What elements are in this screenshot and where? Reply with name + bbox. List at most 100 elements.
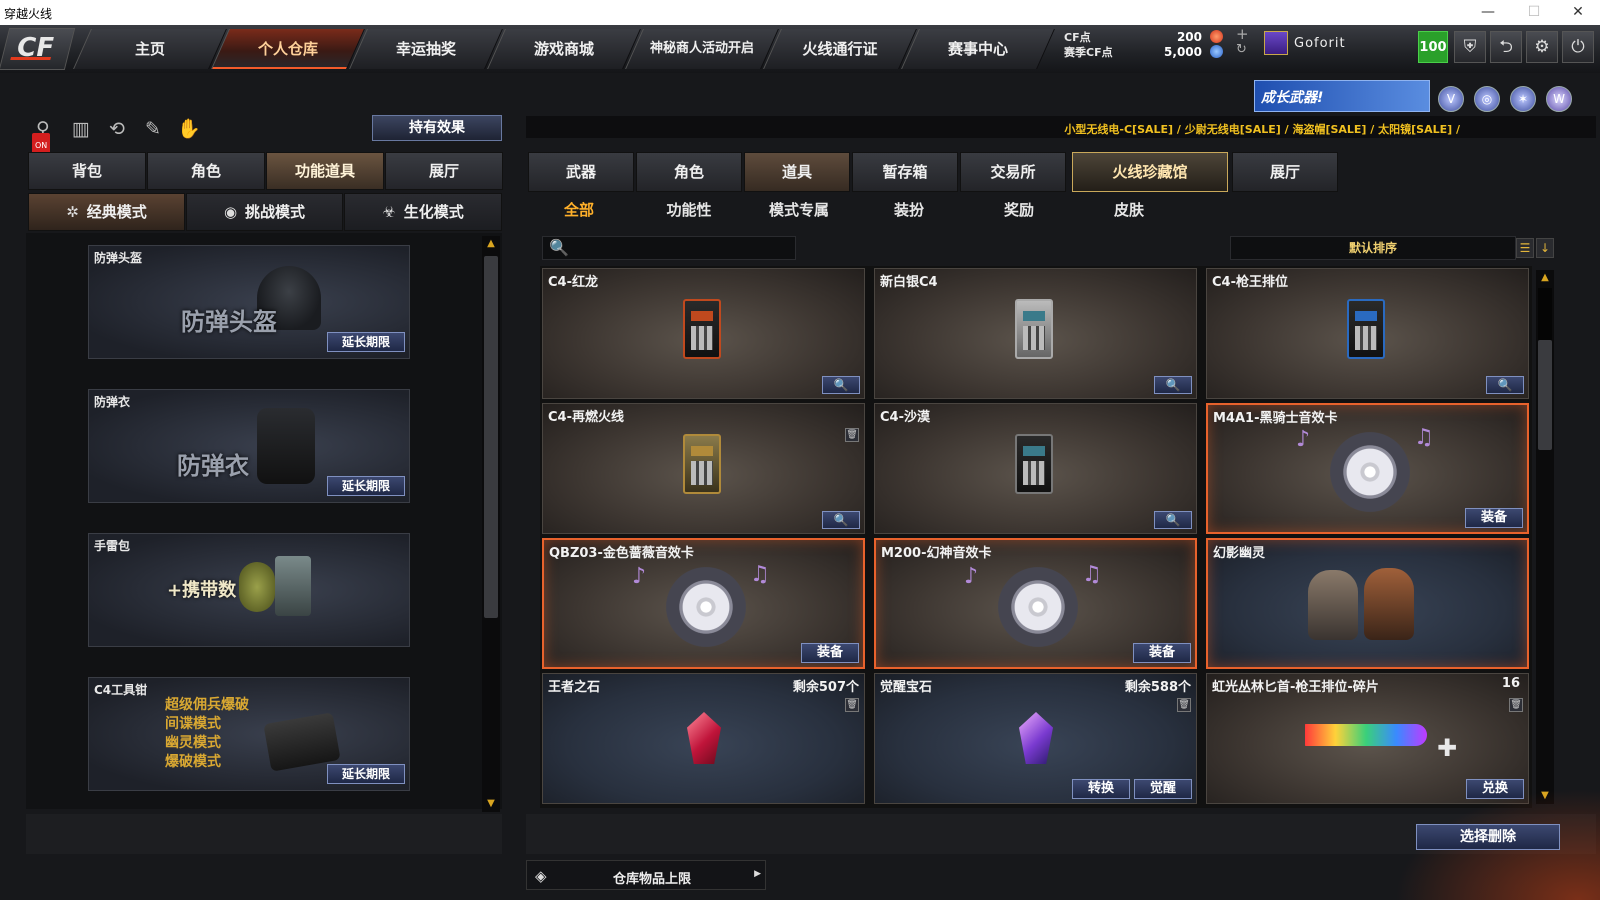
capacity-bar[interactable]: ◈ 仓库物品上限 ▶: [526, 860, 766, 890]
subtab-rewards[interactable]: 奖励: [968, 196, 1070, 224]
select-delete-button[interactable]: 选择删除: [1416, 824, 1560, 850]
minimize-icon[interactable]: —: [1468, 2, 1508, 22]
right-tab-storage[interactable]: 暂存箱: [852, 152, 958, 192]
item-card-highlighted[interactable]: 幻影幽灵: [1206, 538, 1529, 669]
right-tab-weapons[interactable]: 武器: [528, 152, 634, 192]
mode-tab-challenge[interactable]: ◉ 挑战模式: [186, 193, 343, 231]
badge-w-icon[interactable]: W: [1546, 86, 1572, 112]
left-tab-role[interactable]: 角色: [147, 152, 265, 190]
subtab-outfit[interactable]: 装扮: [858, 196, 960, 224]
nav-tab-shop[interactable]: 游戏商城: [487, 29, 641, 69]
history-icon[interactable]: ⟲: [104, 116, 130, 142]
mode-tab-zombie[interactable]: ☣ 生化模式: [344, 193, 502, 231]
right-tab-collection[interactable]: 火线珍藏馆: [1072, 152, 1228, 192]
trash-icon[interactable]: 🗑: [1509, 698, 1523, 712]
subtab-mode-exclusive[interactable]: 模式专属: [748, 196, 850, 224]
plus-icon[interactable]: +: [1236, 25, 1249, 43]
sort-icon[interactable]: ↓: [1536, 238, 1554, 258]
nav-tab-events[interactable]: 赛事中心: [901, 29, 1055, 69]
nav-tab-mystery-merchant[interactable]: 神秘商人活动开启: [625, 29, 779, 69]
scroll-thumb[interactable]: [1538, 340, 1552, 450]
scroll-down-icon[interactable]: ▼: [485, 798, 497, 810]
list-view-icon[interactable]: ☰: [1516, 238, 1534, 258]
equip-button[interactable]: 装备: [801, 643, 859, 663]
right-tab-role[interactable]: 角色: [636, 152, 742, 192]
nav-tab-home[interactable]: 主页: [73, 29, 227, 69]
subtab-functional[interactable]: 功能性: [638, 196, 740, 224]
chart-icon[interactable]: ▥: [68, 116, 94, 142]
mode-tab-classic[interactable]: ✲ 经典模式: [28, 193, 185, 231]
scroll-thumb[interactable]: [484, 256, 498, 618]
item-card-grenade-pack[interactable]: 手雷包 +携带数: [88, 533, 410, 647]
item-name: C4-沙漠: [880, 410, 930, 425]
item-card[interactable]: 新白银C4 🔍: [874, 268, 1197, 399]
window-title: 穿越火线: [4, 7, 53, 21]
shield-icon[interactable]: ⛨: [1454, 31, 1486, 63]
item-card-helmet[interactable]: 防弹头盔 防弹头盔 延长期限: [88, 245, 410, 359]
zoom-button[interactable]: 🔍: [1154, 511, 1192, 529]
item-card[interactable]: C4-沙漠 🔍: [874, 403, 1197, 534]
trash-icon[interactable]: 🗑: [845, 698, 859, 712]
right-tab-hall[interactable]: 展厅: [1232, 152, 1338, 192]
item-card-highlighted[interactable]: QBZ03-金色蔷薇音效卡 ♪ ♫ 装备: [542, 538, 865, 669]
left-scrollbar[interactable]: ▲ ▼: [482, 236, 500, 812]
subtab-all[interactable]: 全部: [528, 196, 630, 224]
zoom-button[interactable]: 🔍: [822, 376, 860, 394]
item-card-highlighted[interactable]: M200-幻神音效卡 ♪ ♫ 装备: [874, 538, 1197, 669]
item-card-vest[interactable]: 防弹衣 防弹衣 延长期限: [88, 389, 410, 503]
right-tab-exchange[interactable]: 交易所: [960, 152, 1066, 192]
right-tab-items[interactable]: 道具: [744, 152, 850, 192]
scroll-up-icon[interactable]: ▲: [1539, 272, 1551, 284]
item-card[interactable]: C4-再燃火线 🗑 🔍: [542, 403, 865, 534]
toggle-icon[interactable]: ⚲ ON: [30, 116, 56, 159]
item-card-highlighted[interactable]: M4A1-黑骑士音效卡 ♪ ♫ 装备: [1206, 403, 1529, 534]
item-card-c4-pliers[interactable]: C4工具钳 超级佣兵爆破 间谍模式 幽灵模式 爆破模式 延长期限: [88, 677, 410, 791]
item-card[interactable]: C4-枪王排位 🔍: [1206, 268, 1529, 399]
maximize-icon[interactable]: ☐: [1514, 2, 1554, 22]
item-card[interactable]: 王者之石 剩余507个 🗑: [542, 673, 865, 804]
growth-weapon-banner[interactable]: 成长武器!: [1254, 80, 1430, 112]
close-icon[interactable]: ✕: [1558, 2, 1598, 22]
tool-icon[interactable]: ✎: [140, 116, 166, 142]
nav-tab-warehouse[interactable]: 个人仓库: [211, 29, 365, 69]
equip-button[interactable]: 装备: [1133, 643, 1191, 663]
cf-logo[interactable]: CF: [0, 28, 76, 70]
zoom-button[interactable]: 🔍: [1486, 376, 1524, 394]
search-input[interactable]: 🔍: [542, 236, 796, 260]
badge-globe-icon[interactable]: ◎: [1474, 86, 1500, 112]
badge-v-icon[interactable]: V: [1438, 86, 1464, 112]
trash-icon[interactable]: 🗑: [1177, 698, 1191, 712]
power-icon[interactable]: ⏻: [1562, 31, 1594, 63]
user-box[interactable]: Goforit: [1264, 31, 1414, 57]
badge-claw-icon[interactable]: ✶: [1510, 86, 1536, 112]
sale-ticker[interactable]: 小型无线电-C[SALE] / 少尉无线电[SALE] / 海盗帽[SALE] …: [526, 116, 1596, 138]
zoom-button[interactable]: 🔍: [1154, 376, 1192, 394]
nav-tab-pass[interactable]: 火线通行证: [763, 29, 917, 69]
mouse-icon[interactable]: ✋: [176, 116, 202, 142]
left-tab-function-items[interactable]: 功能道具: [266, 152, 384, 190]
extend-button[interactable]: 延长期限: [327, 332, 405, 352]
item-card[interactable]: 觉醒宝石 剩余588个 🗑 转换 觉醒: [874, 673, 1197, 804]
c4-image: [1015, 434, 1053, 494]
nav-tab-lottery[interactable]: 幸运抽奖: [349, 29, 503, 69]
search-field[interactable]: [573, 239, 791, 257]
held-effects-button[interactable]: 持有效果: [372, 115, 502, 141]
item-card[interactable]: C4-红龙 🔍: [542, 268, 865, 399]
extend-button[interactable]: 延长期限: [327, 476, 405, 496]
scroll-up-icon[interactable]: ▲: [485, 238, 497, 250]
left-tab-bag[interactable]: 背包: [28, 152, 146, 190]
awaken-button[interactable]: 觉醒: [1134, 779, 1192, 799]
zoom-button[interactable]: 🔍: [822, 511, 860, 529]
trash-icon[interactable]: 🗑: [845, 428, 859, 442]
left-tab-hall[interactable]: 展厅: [385, 152, 503, 190]
refresh-icon[interactable]: ↻: [1236, 42, 1247, 57]
share-icon[interactable]: ⮌: [1490, 31, 1522, 63]
subtab-skins[interactable]: 皮肤: [1078, 196, 1180, 224]
convert-button[interactable]: 转换: [1072, 779, 1130, 799]
expand-arrow-icon[interactable]: ▶: [754, 869, 761, 879]
gear-icon[interactable]: ⚙: [1526, 31, 1558, 63]
right-scrollbar[interactable]: ▲ ▼: [1536, 270, 1554, 804]
extend-button[interactable]: 延长期限: [327, 764, 405, 784]
equip-button[interactable]: 装备: [1465, 508, 1523, 528]
sort-dropdown[interactable]: 默认排序: [1230, 236, 1516, 260]
